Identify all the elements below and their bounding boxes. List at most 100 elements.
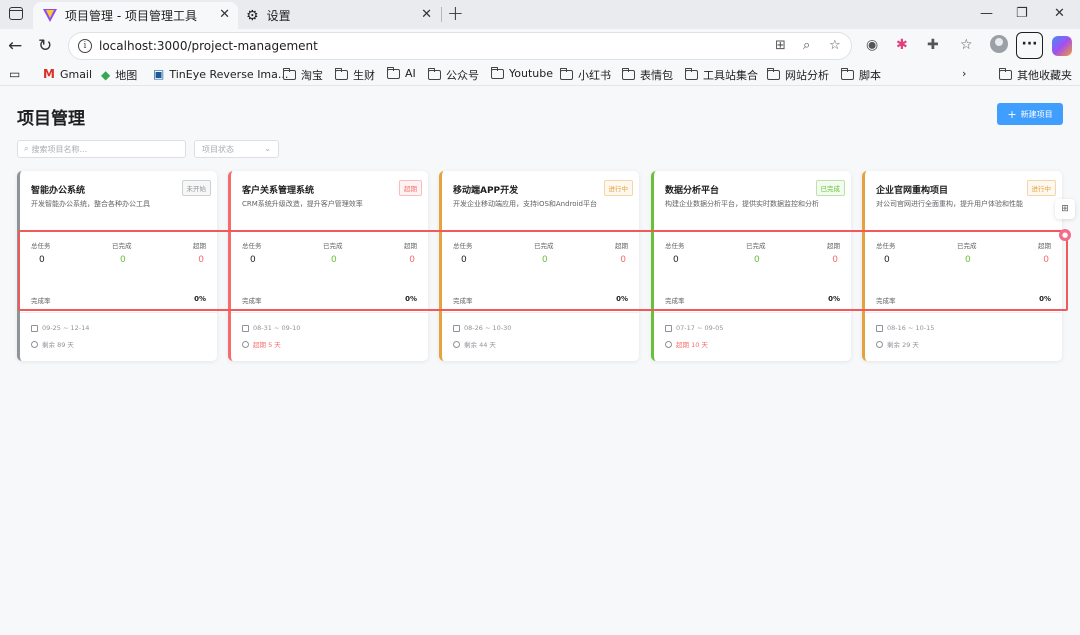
date-range: 08-31 ~ 09-10 — [242, 324, 300, 332]
folder-icon — [999, 68, 1012, 80]
bookmark-reading-list-icon[interactable]: ▭ — [9, 67, 25, 81]
search-icon: ⌕ — [24, 144, 29, 153]
bookmark-folder[interactable]: AI — [387, 66, 416, 80]
folder-icon — [491, 66, 504, 79]
gear-icon: ⚙ — [246, 7, 259, 24]
folder-icon — [622, 68, 635, 80]
folder-icon — [283, 68, 296, 80]
bookmark-folder[interactable]: 工具站集合 — [685, 67, 758, 83]
tab-title: 项目管理 - 项目管理工具 — [65, 9, 197, 23]
remaining-days-text: 超期 10 天 — [676, 341, 708, 349]
app-available-icon[interactable]: ⊞ — [775, 38, 786, 53]
profile-avatar[interactable] — [990, 35, 1008, 53]
status-badge: 已完成 — [815, 180, 845, 196]
project-name: 企业官网重构项目 — [876, 186, 949, 196]
reload-button[interactable]: ↻ — [38, 36, 52, 56]
project-search-input[interactable]: ⌕ 搜索项目名称... — [17, 140, 186, 158]
project-name: 数据分析平台 — [665, 186, 720, 196]
remaining-days-text: 剩余 29 天 — [887, 341, 919, 349]
url-text[interactable]: localhost:3000/project-management — [99, 39, 318, 53]
bookmark-tineye[interactable]: ▣ TinEye Reverse Ima... — [153, 67, 288, 81]
bookmark-folder[interactable]: 淘宝 — [283, 67, 323, 83]
address-bar[interactable]: i localhost:3000/project-management ⊞ ⌕ … — [68, 32, 852, 60]
screenshot-icon[interactable]: ◉ — [866, 37, 878, 53]
site-info-icon[interactable]: i — [78, 39, 92, 53]
bookmark-folder[interactable]: 小红书 — [560, 67, 611, 83]
bookmark-folder[interactable]: 公众号 — [428, 67, 479, 83]
divider — [442, 312, 639, 313]
project-description: 开发企业移动端应用，支持iOS和Android平台 — [453, 200, 597, 208]
tab-title: 设置 — [266, 9, 291, 23]
page-title: 项目管理 — [17, 109, 85, 129]
favorites-icon[interactable]: ☆ — [960, 37, 973, 53]
project-name: 客户关系管理系统 — [242, 186, 315, 196]
divider — [654, 312, 851, 313]
status-badge: 超期 — [399, 180, 422, 196]
close-window-button[interactable]: ✕ — [1054, 6, 1065, 21]
bookmark-folder[interactable]: 生财 — [335, 67, 375, 83]
bookmarks-overflow-chevron-icon[interactable]: › — [962, 67, 966, 80]
extensions-puzzle-icon[interactable]: ✚ — [927, 37, 939, 53]
zoom-icon[interactable]: ⌕ — [803, 38, 810, 53]
folder-icon — [841, 68, 854, 80]
tab-actions-icon[interactable] — [9, 7, 23, 20]
restore-button[interactable]: ❐ — [1016, 6, 1028, 21]
more-menu-button[interactable]: ··· — [1016, 32, 1043, 59]
tab-project-management[interactable]: 项目管理 - 项目管理工具 ✕ — [33, 2, 238, 29]
folder-icon — [767, 68, 780, 80]
remaining-days-text: 超期 5 天 — [253, 341, 281, 349]
bookmark-folder[interactable]: 脚本 — [841, 67, 881, 83]
project-description: 开发智能办公系统，整合各种办公工具 — [31, 200, 150, 208]
date-range-text: 08-16 ~ 10-15 — [887, 324, 935, 332]
bookmark-folder[interactable]: 网站分析 — [767, 67, 829, 83]
status-badge: 进行中 — [603, 180, 633, 196]
calendar-icon — [665, 324, 672, 332]
calendar-icon — [242, 324, 249, 332]
date-range-text: 07-17 ~ 09-05 — [676, 324, 724, 332]
vite-logo-icon — [43, 9, 57, 22]
bookmark-folder[interactable]: 表情包 — [622, 67, 673, 83]
tab-close-icon[interactable]: ✕ — [219, 8, 230, 22]
back-button[interactable]: ← — [8, 36, 22, 56]
calendar-icon — [876, 324, 883, 332]
browser-toolbar: ← ↻ i localhost:3000/project-management … — [0, 29, 1080, 63]
tineye-icon: ▣ — [153, 67, 165, 81]
side-toolbar-button[interactable]: ⊞ — [1055, 199, 1075, 219]
tab-settings[interactable]: ⚙ 设置 ✕ — [240, 2, 440, 29]
remaining-days-text: 剩余 89 天 — [42, 341, 74, 349]
bookmark-gmail[interactable]: M Gmail — [43, 67, 92, 81]
bookmark-other-folder[interactable]: 其他收藏夹 — [999, 67, 1072, 83]
divider — [231, 312, 428, 313]
project-name: 移动端APP开发 — [453, 186, 519, 196]
remaining-days: 剩余 44 天 — [453, 339, 496, 349]
side-notification-dot[interactable]: ● — [1059, 229, 1071, 241]
new-tab-button[interactable]: + — [447, 2, 464, 24]
minimize-button[interactable]: — — [980, 6, 993, 21]
project-management-page: 项目管理 + 新建项目 ⌕ 搜索项目名称... 项目状态 ⌄ 智能办公系统 未开… — [0, 87, 1080, 635]
tab-separator — [441, 7, 442, 22]
date-range-text: 08-31 ~ 09-10 — [253, 324, 301, 332]
status-badge: 进行中 — [1026, 180, 1056, 196]
bookmark-folder[interactable]: Youtube — [491, 66, 553, 80]
bookmark-maps[interactable]: ◆ 地图 — [101, 67, 137, 83]
folder-icon — [560, 68, 573, 80]
chevron-down-icon: ⌄ — [264, 144, 271, 153]
browser-tab-bar: 项目管理 - 项目管理工具 ✕ ⚙ 设置 ✕ + — ❐ ✕ — [0, 0, 1080, 29]
plus-icon: + — [1007, 107, 1017, 121]
remaining-days-text: 剩余 44 天 — [464, 341, 496, 349]
date-range: 07-17 ~ 09-05 — [665, 324, 723, 332]
folder-icon — [335, 68, 348, 80]
project-name: 智能办公系统 — [31, 186, 86, 196]
copilot-icon[interactable] — [1052, 36, 1072, 56]
divider — [865, 312, 1062, 313]
extension-icon[interactable]: ✱ — [896, 37, 908, 53]
gmail-icon: M — [43, 67, 55, 81]
date-range: 08-16 ~ 10-15 — [876, 324, 934, 332]
favorite-star-icon[interactable]: ☆ — [829, 38, 841, 53]
tab-close-icon[interactable]: ✕ — [421, 8, 432, 22]
clock-icon — [453, 340, 460, 348]
new-project-button[interactable]: + 新建项目 — [997, 103, 1063, 125]
divider — [20, 312, 217, 313]
project-status-select[interactable]: 项目状态 ⌄ — [194, 140, 279, 158]
maps-icon: ◆ — [101, 68, 111, 82]
